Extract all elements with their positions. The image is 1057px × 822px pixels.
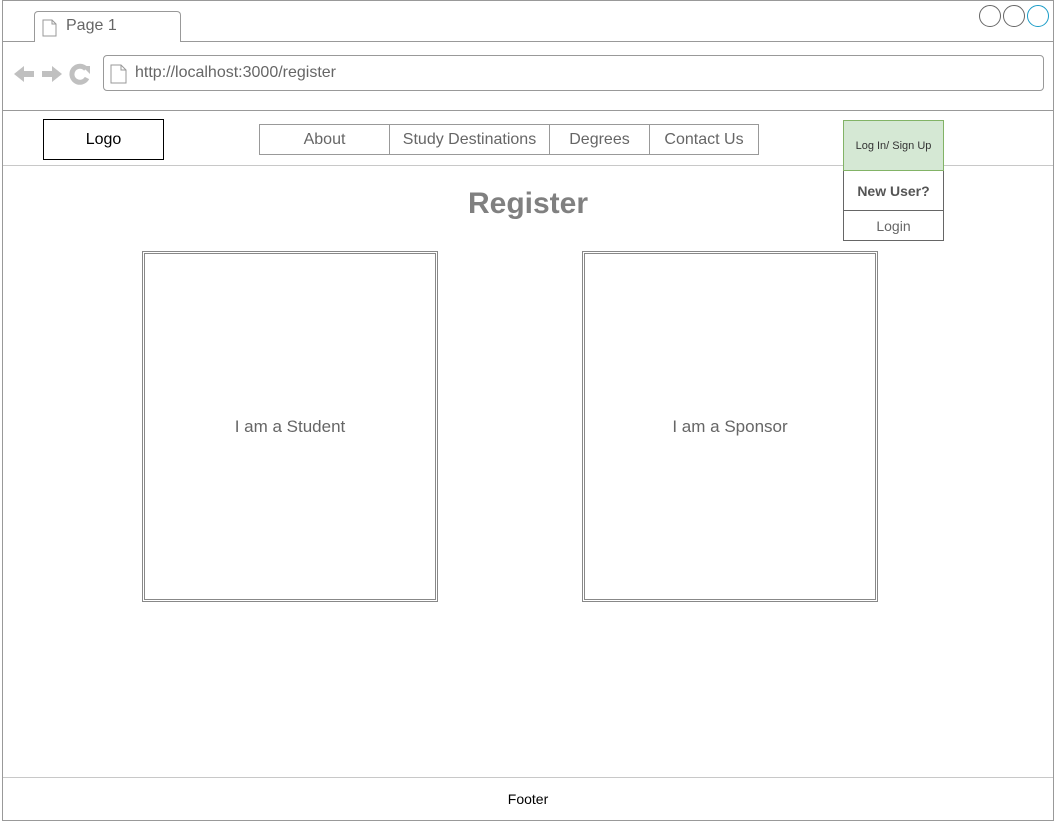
- reload-button[interactable]: [69, 61, 91, 87]
- page-title: Register: [467, 187, 589, 220]
- window-controls: [979, 5, 1049, 27]
- page-icon: [42, 19, 57, 37]
- browser-tab[interactable]: Page 1: [34, 11, 181, 42]
- back-button[interactable]: [13, 61, 35, 87]
- maximize-button[interactable]: [1003, 5, 1025, 27]
- footer: Footer: [507, 791, 549, 807]
- site-logo[interactable]: Logo: [43, 119, 164, 160]
- url-text: http://localhost:3000/register: [135, 64, 337, 81]
- tab-label: Page 1: [66, 17, 117, 34]
- main-menu: About Study Destinations Degrees Contact…: [259, 124, 759, 155]
- page-icon: [110, 64, 127, 84]
- browser-window: Page 1 http://localhost:3000/register Lo…: [2, 0, 1054, 821]
- menu-item-degrees[interactable]: Degrees: [550, 125, 650, 154]
- reload-icon: [69, 63, 90, 85]
- navigation-buttons: [13, 61, 91, 87]
- menu-item-about[interactable]: About: [260, 125, 390, 154]
- auth-dropdown: Log In/ Sign Up New User? Login: [843, 120, 944, 241]
- menu-item-contact-us[interactable]: Contact Us: [650, 125, 758, 154]
- student-card-label: I am a Student: [234, 416, 346, 436]
- minimize-button[interactable]: [979, 5, 1001, 27]
- forward-button[interactable]: [41, 61, 63, 87]
- arrow-left-icon: [14, 66, 34, 82]
- student-card[interactable]: I am a Student: [142, 251, 438, 602]
- footer-divider: [3, 777, 1053, 778]
- arrow-right-icon: [42, 66, 62, 82]
- sponsor-card-label: I am a Sponsor: [672, 416, 788, 436]
- toolbar-divider: [3, 110, 1053, 111]
- close-button[interactable]: [1027, 5, 1049, 27]
- address-bar[interactable]: http://localhost:3000/register: [103, 55, 1044, 91]
- sponsor-card[interactable]: I am a Sponsor: [582, 251, 878, 602]
- login-signup-button[interactable]: Log In/ Sign Up: [843, 120, 944, 171]
- menu-item-study-destinations[interactable]: Study Destinations: [390, 125, 550, 154]
